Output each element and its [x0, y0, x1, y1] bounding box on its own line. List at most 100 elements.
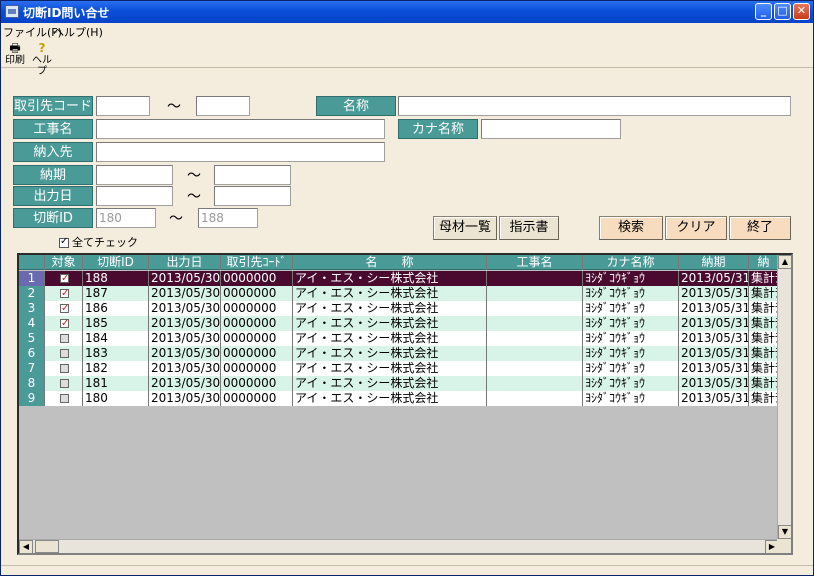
range-tilde: ～: [169, 211, 183, 227]
row-number[interactable]: 9: [19, 391, 45, 406]
cell-kana: ﾖｼﾀﾞｺｳｷﾞｮｳ: [583, 361, 679, 376]
print-tool-button[interactable]: 🖶 印刷: [2, 41, 28, 67]
kouji-label: 工事名: [13, 119, 93, 139]
torihikisaki-to-input[interactable]: [196, 96, 250, 116]
cell-kouji: [487, 316, 583, 331]
nounyu-input[interactable]: [96, 142, 385, 162]
col-header-date[interactable]: 出力日: [149, 255, 221, 270]
cell-code: 0000000: [221, 346, 293, 361]
cell-kana: ﾖｼﾀﾞｺｳｷﾞｮｳ: [583, 301, 679, 316]
row-checkbox[interactable]: [60, 271, 69, 286]
table-row[interactable]: 1 1882013/05/300000000アイ・エス・シー株式会社 ﾖｼﾀﾞｺｳｷ…: [19, 271, 779, 286]
result-grid[interactable]: 対象 切断ID 出力日 取引先ｺｰﾄﾞ 名 称 工事名 カナ名称 納期 納 11…: [17, 253, 793, 555]
row-number[interactable]: 7: [19, 361, 45, 376]
row-number[interactable]: 5: [19, 331, 45, 346]
cell-date: 2013/05/30: [151, 271, 221, 286]
question-icon: ?: [38, 41, 46, 55]
cell-nounyu: 集計ﾃ: [751, 301, 779, 316]
shukka-from-input[interactable]: [96, 186, 173, 206]
scroll-left-button[interactable]: ◀: [19, 540, 33, 553]
cell-kana: ﾖｼﾀﾞｺｳｷﾞｮｳ: [583, 331, 679, 346]
horizontal-scrollbar[interactable]: ◀ ▶: [19, 539, 779, 553]
vertical-scrollbar[interactable]: ▲ ▼: [777, 255, 791, 539]
row-checkbox[interactable]: [60, 379, 69, 388]
nouki-to-input[interactable]: [214, 165, 291, 185]
setsudan-label: 切断ID: [13, 208, 93, 228]
col-header-id[interactable]: 切断ID: [83, 255, 149, 270]
setsudan-from-input[interactable]: 180: [96, 208, 156, 228]
col-header-nounyu[interactable]: 納: [749, 255, 779, 270]
cell-code: 0000000: [221, 331, 293, 346]
row-checkbox[interactable]: [60, 316, 69, 331]
row-target-cell: [45, 301, 83, 316]
cell-name: アイ・エス・シー株式会社: [293, 301, 487, 316]
table-row[interactable]: 2 1872013/05/300000000アイ・エス・シー株式会社 ﾖｼﾀﾞｺｳｷ…: [19, 286, 779, 301]
cell-nounyu: 集計ﾃ: [751, 316, 779, 331]
row-number[interactable]: 1: [19, 271, 45, 286]
table-row[interactable]: 7 182 2013/05/30 0000000 アイ・エス・シー株式会社 ﾖｼﾀﾞｺｳｷ…: [19, 361, 779, 376]
table-row[interactable]: 6 183 2013/05/30 0000000 アイ・エス・シー株式会社 ﾖｼﾀﾞｺｳｷ…: [19, 346, 779, 361]
row-checkbox[interactable]: [60, 349, 69, 358]
row-checkbox[interactable]: [60, 364, 69, 373]
clear-button[interactable]: クリア: [665, 216, 727, 240]
row-number[interactable]: 4: [19, 316, 45, 331]
cell-id: 186: [83, 301, 149, 316]
cell-nouki: 2013/05/31: [681, 301, 749, 316]
table-row[interactable]: 4 1852013/05/300000000アイ・エス・シー株式会社 ﾖｼﾀﾞｺｳｷ…: [19, 316, 779, 331]
row-number[interactable]: 3: [19, 301, 45, 316]
setsudan-to-input[interactable]: 188: [198, 208, 258, 228]
col-header-name[interactable]: 名 称: [293, 255, 487, 270]
exit-button[interactable]: 終了: [729, 216, 791, 240]
row-number[interactable]: 6: [19, 346, 45, 361]
kouji-input[interactable]: [96, 119, 385, 139]
row-target-cell: [45, 331, 83, 346]
range-tilde: ～: [187, 189, 201, 205]
shukka-label: 出力日: [13, 186, 93, 206]
shiji-button[interactable]: 指示書: [499, 216, 559, 240]
close-button[interactable]: ✕: [793, 3, 810, 20]
row-target-cell: [45, 286, 83, 301]
check-all-toggle[interactable]: 全てチェック: [59, 234, 138, 250]
title-bar[interactable]: 切断ID問い合せ _ □ ✕: [1, 1, 813, 23]
row-number[interactable]: 8: [19, 376, 45, 391]
grid-body: 対象 切断ID 出力日 取引先ｺｰﾄﾞ 名 称 工事名 カナ名称 納期 納 11…: [19, 255, 779, 539]
shukka-to-input[interactable]: [214, 186, 291, 206]
table-row[interactable]: 9 180 2013/05/30 0000000 アイ・エス・シー株式会社 ﾖｼﾀﾞｺｳｷ…: [19, 391, 779, 406]
cell-id: 184: [83, 331, 149, 346]
row-target-cell: [45, 391, 83, 406]
col-header-code[interactable]: 取引先ｺｰﾄﾞ: [221, 255, 293, 270]
cell-name: アイ・エス・シー株式会社: [293, 316, 487, 331]
printer-icon: 🖶: [9, 41, 21, 55]
menu-help[interactable]: ヘルプ(H): [53, 24, 103, 40]
kana-input[interactable]: [481, 119, 621, 139]
row-checkbox[interactable]: [60, 394, 69, 403]
col-header-kouji[interactable]: 工事名: [487, 255, 583, 270]
cell-kana: ﾖｼﾀﾞｺｳｷﾞｮｳ: [583, 271, 679, 286]
search-button[interactable]: 検索: [599, 216, 663, 240]
torihikisaki-from-input[interactable]: [96, 96, 150, 116]
cell-id: 185: [83, 316, 149, 331]
table-row[interactable]: 5 184 2013/05/30 0000000 アイ・エス・シー株式会社 ﾖｼﾀﾞｺｳｷ…: [19, 331, 779, 346]
bozai-list-button[interactable]: 母材一覧: [433, 216, 497, 240]
scroll-up-button[interactable]: ▲: [778, 255, 791, 269]
horizontal-scroll-thumb[interactable]: [35, 540, 59, 553]
row-checkbox[interactable]: [60, 286, 69, 301]
row-checkbox[interactable]: [60, 301, 69, 316]
meisho-input[interactable]: [398, 96, 791, 116]
table-row[interactable]: 3 1862013/05/300000000アイ・エス・シー株式会社 ﾖｼﾀﾞｺｳｷ…: [19, 301, 779, 316]
scroll-down-button[interactable]: ▼: [778, 525, 791, 539]
maximize-button[interactable]: □: [774, 3, 791, 20]
cell-nounyu: 集計ﾃ: [751, 331, 779, 346]
nouki-from-input[interactable]: [96, 165, 173, 185]
col-header-kana[interactable]: カナ名称: [583, 255, 679, 270]
minimize-button[interactable]: _: [755, 3, 772, 20]
row-checkbox[interactable]: [60, 334, 69, 343]
row-number[interactable]: 2: [19, 286, 45, 301]
check-all-checkbox[interactable]: [59, 236, 69, 248]
window-title: 切断ID問い合せ: [23, 6, 110, 20]
col-header-target[interactable]: 対象: [45, 255, 83, 270]
col-header-nouki[interactable]: 納期: [679, 255, 749, 270]
help-tool-button[interactable]: ? ヘルプ: [29, 41, 55, 78]
table-row[interactable]: 8 181 2013/05/30 0000000 アイ・エス・シー株式会社 ﾖｼﾀﾞｺｳｷ…: [19, 376, 779, 391]
cell-code: 0000000: [221, 376, 293, 391]
